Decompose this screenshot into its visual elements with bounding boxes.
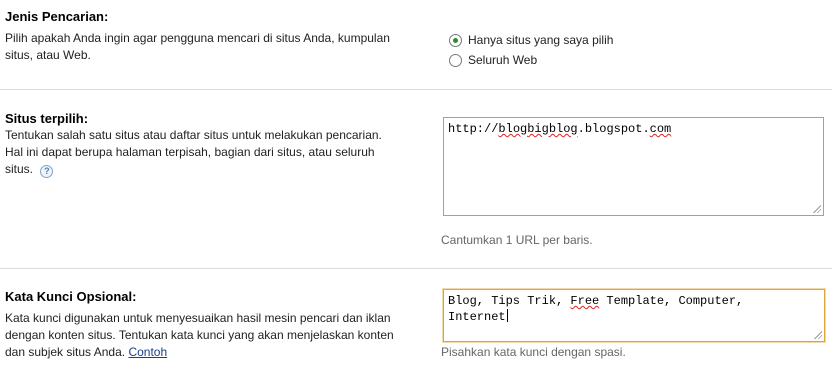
search-type-title: Jenis Pencarian: — [5, 9, 109, 24]
section-divider — [0, 268, 832, 269]
radio-label[interactable]: Seluruh Web — [468, 52, 537, 68]
keywords-line-2: Internet — [448, 309, 820, 325]
url-tld: com — [649, 122, 672, 136]
radio-button[interactable] — [449, 34, 462, 47]
keywords-text: Internet — [448, 310, 506, 324]
text-caret — [506, 309, 508, 322]
keywords-text: Template, Computer, — [599, 294, 744, 308]
radio-button[interactable] — [449, 54, 462, 67]
radio-label[interactable]: Hanya situs yang saya pilih — [468, 32, 613, 48]
example-link[interactable]: Contoh — [128, 345, 167, 359]
section-divider — [0, 89, 832, 90]
keywords-title: Kata Kunci Opsional: — [5, 289, 137, 304]
keywords-textarea[interactable]: Blog, Tips Trik, Free Template, Computer… — [443, 289, 825, 342]
keywords-misspelled-word: Free — [570, 294, 600, 308]
selected-sites-description-text: Tentukan salah satu situs atau daftar si… — [5, 128, 382, 176]
url-misspelled-word: blogbigblog — [498, 122, 578, 136]
keywords-hint: Pisahkan kata kunci dengan spasi. — [441, 345, 626, 359]
keywords-description: Kata kunci digunakan untuk menyesuaikan … — [5, 310, 405, 361]
keywords-text: Blog, Tips Trik, — [448, 294, 571, 308]
keywords-description-text: Kata kunci digunakan untuk menyesuaikan … — [5, 311, 394, 359]
url-middle: .blogspot. — [577, 122, 650, 136]
help-question-icon[interactable]: ? — [40, 165, 54, 178]
resize-grip-icon[interactable] — [812, 204, 821, 213]
selected-sites-title: Situs terpilih: — [5, 111, 89, 126]
sites-textarea[interactable]: http://blogbigblog.blogspot.com — [443, 117, 824, 216]
keywords-line-1: Blog, Tips Trik, Free Template, Computer… — [448, 293, 820, 309]
search-type-description: Pilih apakah Anda ingin agar pengguna me… — [5, 31, 390, 62]
url-prefix: http:// — [448, 122, 499, 136]
resize-grip-icon[interactable] — [813, 330, 822, 339]
selected-sites-description: Tentukan salah satu situs atau daftar si… — [5, 127, 400, 178]
sites-hint: Cantumkan 1 URL per baris. — [441, 233, 593, 247]
